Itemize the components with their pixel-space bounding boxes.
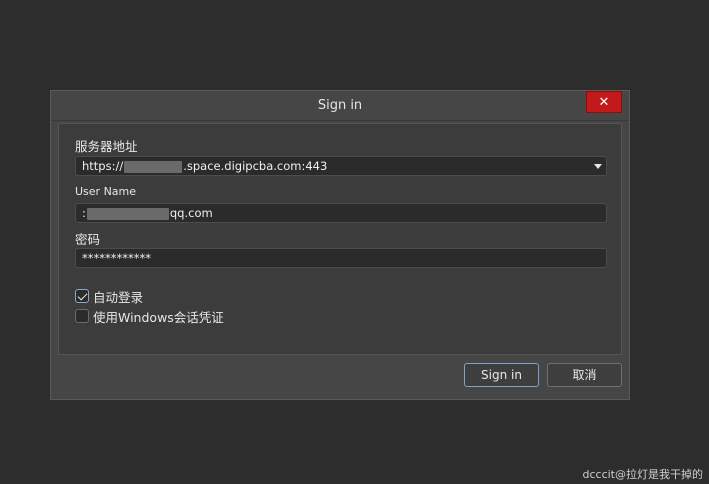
auto-login-checkbox[interactable]: [75, 289, 89, 303]
username-value-prefix: :: [82, 206, 86, 220]
windows-credential-checkbox[interactable]: [75, 309, 89, 323]
server-value-suffix: .space.digipcba.com:443: [183, 159, 328, 173]
username-input[interactable]: : qq.com: [75, 203, 607, 223]
server-label: 服务器地址: [75, 139, 138, 154]
close-icon: ✕: [598, 95, 610, 110]
redacted-block: [86, 207, 169, 220]
username-value-suffix: qq.com: [169, 206, 213, 220]
sign-in-dialog: Sign in ✕ 服务器地址 https:// .space.digipcba.…: [50, 90, 630, 400]
sign-in-button[interactable]: Sign in: [464, 363, 539, 387]
auto-login-label: 自动登录: [93, 289, 144, 305]
watermark-text: dcccit@拉灯是我干掉的: [582, 468, 704, 481]
form-panel: 服务器地址 https:// .space.digipcba.com:443 Us…: [58, 123, 622, 355]
close-button[interactable]: ✕: [586, 91, 622, 113]
password-value: ************: [82, 251, 151, 265]
username-label: User Name: [75, 185, 137, 198]
windows-credential-label: 使用Windows会话凭证: [93, 309, 224, 325]
server-dropdown[interactable]: https:// .space.digipcba.com:443: [75, 156, 607, 176]
dialog-title: Sign in: [317, 98, 363, 113]
server-value-prefix: https://: [82, 159, 124, 173]
chevron-down-icon[interactable]: [594, 164, 602, 169]
dialog-titlebar: Sign in ✕: [51, 91, 629, 121]
redacted-block: [124, 160, 183, 173]
auto-login-option[interactable]: 自动登录: [75, 288, 144, 305]
cancel-button[interactable]: 取消: [547, 363, 622, 387]
windows-credential-option[interactable]: 使用Windows会话凭证: [75, 308, 224, 325]
password-input[interactable]: ************: [75, 248, 607, 268]
password-label: 密码: [75, 232, 101, 247]
